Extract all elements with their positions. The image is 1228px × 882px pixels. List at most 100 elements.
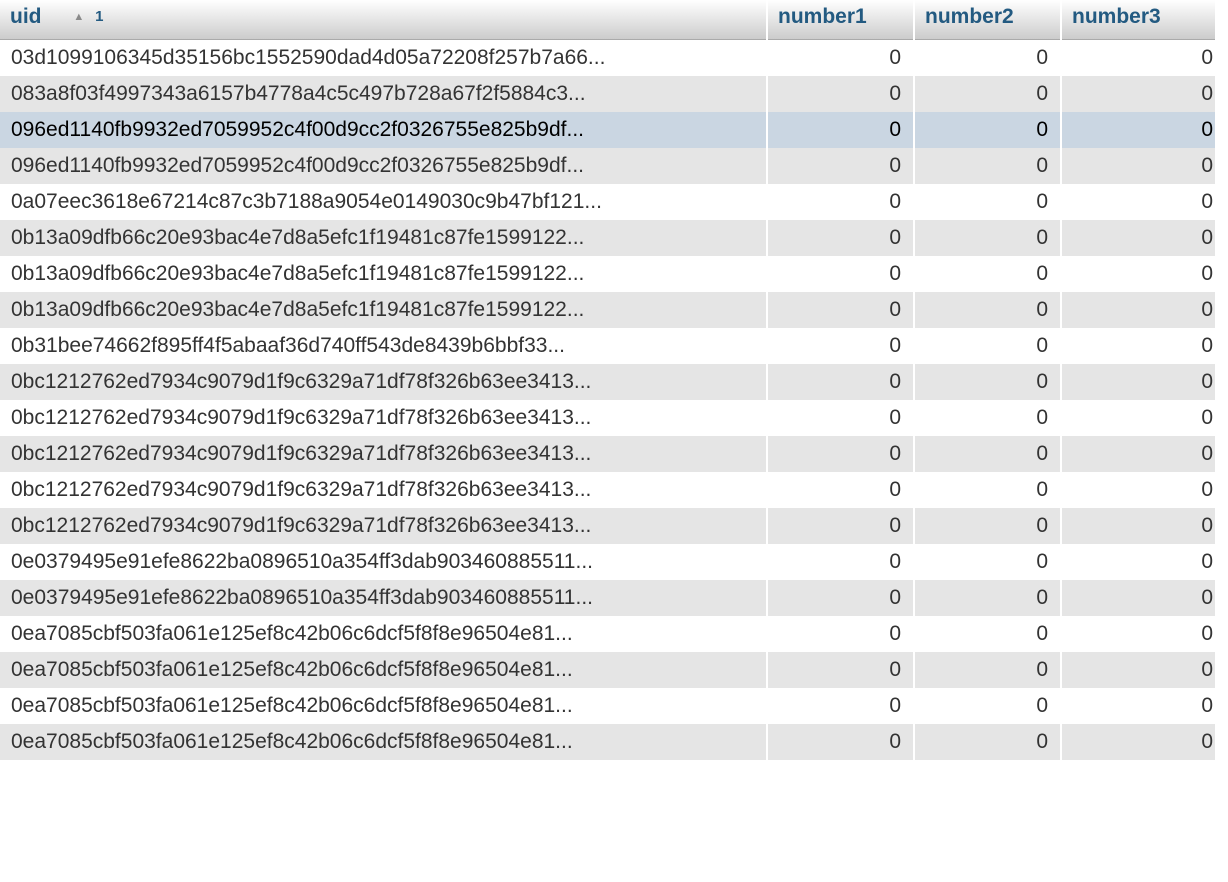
cell-number3[interactable]: 0 — [1062, 580, 1215, 616]
cell-number3[interactable]: 0 — [1062, 220, 1215, 256]
cell-number3[interactable]: 0 — [1062, 616, 1215, 652]
cell-number3[interactable]: 0 — [1062, 148, 1215, 184]
cell-number2[interactable]: 0 — [915, 724, 1062, 760]
cell-number2[interactable]: 0 — [915, 76, 1062, 112]
cell-number1[interactable]: 0 — [768, 292, 915, 328]
cell-number1[interactable]: 0 — [768, 256, 915, 292]
cell-number2[interactable]: 0 — [915, 580, 1062, 616]
cell-number3[interactable]: 0 — [1062, 436, 1215, 472]
cell-uid[interactable]: 0e0379495e91efe8622ba0896510a354ff3dab90… — [0, 580, 768, 616]
table-row[interactable]: 0bc1212762ed7934c9079d1f9c6329a71df78f32… — [0, 364, 1215, 400]
table-row[interactable]: 0a07eec3618e67214c87c3b7188a9054e0149030… — [0, 184, 1215, 220]
cell-number3[interactable]: 0 — [1062, 40, 1215, 76]
table-row[interactable]: 0b13a09dfb66c20e93bac4e7d8a5efc1f19481c8… — [0, 220, 1215, 256]
cell-number3[interactable]: 0 — [1062, 688, 1215, 724]
cell-number2[interactable]: 0 — [915, 220, 1062, 256]
table-row[interactable]: 096ed1140fb9932ed7059952c4f00d9cc2f03267… — [0, 112, 1215, 148]
cell-uid[interactable]: 0ea7085cbf503fa061e125ef8c42b06c6dcf5f8f… — [0, 616, 768, 652]
cell-uid[interactable]: 0e0379495e91efe8622ba0896510a354ff3dab90… — [0, 544, 768, 580]
cell-uid[interactable]: 0a07eec3618e67214c87c3b7188a9054e0149030… — [0, 184, 768, 220]
table-row[interactable]: 0b13a09dfb66c20e93bac4e7d8a5efc1f19481c8… — [0, 292, 1215, 328]
cell-number3[interactable]: 0 — [1062, 508, 1215, 544]
cell-number3[interactable]: 0 — [1062, 364, 1215, 400]
cell-number1[interactable]: 0 — [768, 184, 915, 220]
table-row[interactable]: 0bc1212762ed7934c9079d1f9c6329a71df78f32… — [0, 436, 1215, 472]
cell-uid[interactable]: 096ed1140fb9932ed7059952c4f00d9cc2f03267… — [0, 112, 768, 148]
cell-number2[interactable]: 0 — [915, 184, 1062, 220]
cell-uid[interactable]: 096ed1140fb9932ed7059952c4f00d9cc2f03267… — [0, 148, 768, 184]
table-row[interactable]: 096ed1140fb9932ed7059952c4f00d9cc2f03267… — [0, 148, 1215, 184]
table-row[interactable]: 0e0379495e91efe8622ba0896510a354ff3dab90… — [0, 544, 1215, 580]
cell-number3[interactable]: 0 — [1062, 544, 1215, 580]
cell-uid[interactable]: 0b13a09dfb66c20e93bac4e7d8a5efc1f19481c8… — [0, 220, 768, 256]
table-row[interactable]: 0bc1212762ed7934c9079d1f9c6329a71df78f32… — [0, 400, 1215, 436]
table-row[interactable]: 0bc1212762ed7934c9079d1f9c6329a71df78f32… — [0, 508, 1215, 544]
cell-uid[interactable]: 0ea7085cbf503fa061e125ef8c42b06c6dcf5f8f… — [0, 688, 768, 724]
column-header-number2[interactable]: number2 — [915, 0, 1062, 40]
column-header-number3[interactable]: number3 — [1062, 0, 1215, 40]
table-row[interactable]: 0ea7085cbf503fa061e125ef8c42b06c6dcf5f8f… — [0, 616, 1215, 652]
cell-number1[interactable]: 0 — [768, 328, 915, 364]
cell-number3[interactable]: 0 — [1062, 328, 1215, 364]
table-row[interactable]: 0bc1212762ed7934c9079d1f9c6329a71df78f32… — [0, 472, 1215, 508]
sort-ascending-icon[interactable]: ▲ — [73, 11, 84, 23]
cell-number3[interactable]: 0 — [1062, 292, 1215, 328]
cell-number1[interactable]: 0 — [768, 508, 915, 544]
cell-uid[interactable]: 083a8f03f4997343a6157b4778a4c5c497b728a6… — [0, 76, 768, 112]
cell-number2[interactable]: 0 — [915, 472, 1062, 508]
cell-number1[interactable]: 0 — [768, 112, 915, 148]
column-header-number1[interactable]: number1 — [768, 0, 915, 40]
cell-number1[interactable]: 0 — [768, 544, 915, 580]
cell-number2[interactable]: 0 — [915, 328, 1062, 364]
cell-number3[interactable]: 0 — [1062, 652, 1215, 688]
cell-number3[interactable]: 0 — [1062, 724, 1215, 760]
cell-number1[interactable]: 0 — [768, 400, 915, 436]
cell-uid[interactable]: 0bc1212762ed7934c9079d1f9c6329a71df78f32… — [0, 436, 768, 472]
cell-uid[interactable]: 0bc1212762ed7934c9079d1f9c6329a71df78f32… — [0, 508, 768, 544]
cell-number2[interactable]: 0 — [915, 364, 1062, 400]
cell-number1[interactable]: 0 — [768, 220, 915, 256]
cell-number1[interactable]: 0 — [768, 580, 915, 616]
cell-number2[interactable]: 0 — [915, 256, 1062, 292]
cell-uid[interactable]: 0b13a09dfb66c20e93bac4e7d8a5efc1f19481c8… — [0, 292, 768, 328]
cell-number3[interactable]: 0 — [1062, 256, 1215, 292]
cell-number2[interactable]: 0 — [915, 688, 1062, 724]
cell-uid[interactable]: 0b31bee74662f895ff4f5abaaf36d740ff543de8… — [0, 328, 768, 364]
cell-number3[interactable]: 0 — [1062, 400, 1215, 436]
cell-uid[interactable]: 0bc1212762ed7934c9079d1f9c6329a71df78f32… — [0, 364, 768, 400]
table-row[interactable]: 0e0379495e91efe8622ba0896510a354ff3dab90… — [0, 580, 1215, 616]
cell-number2[interactable]: 0 — [915, 292, 1062, 328]
table-row[interactable]: 03d1099106345d35156bc1552590dad4d05a7220… — [0, 40, 1215, 76]
cell-number1[interactable]: 0 — [768, 148, 915, 184]
cell-number2[interactable]: 0 — [915, 148, 1062, 184]
table-row[interactable]: 0b13a09dfb66c20e93bac4e7d8a5efc1f19481c8… — [0, 256, 1215, 292]
table-row[interactable]: 0ea7085cbf503fa061e125ef8c42b06c6dcf5f8f… — [0, 688, 1215, 724]
table-row[interactable]: 0ea7085cbf503fa061e125ef8c42b06c6dcf5f8f… — [0, 724, 1215, 760]
cell-uid[interactable]: 0ea7085cbf503fa061e125ef8c42b06c6dcf5f8f… — [0, 724, 768, 760]
cell-number2[interactable]: 0 — [915, 544, 1062, 580]
cell-number1[interactable]: 0 — [768, 76, 915, 112]
cell-uid[interactable]: 0ea7085cbf503fa061e125ef8c42b06c6dcf5f8f… — [0, 652, 768, 688]
cell-number2[interactable]: 0 — [915, 436, 1062, 472]
cell-number1[interactable]: 0 — [768, 724, 915, 760]
cell-number3[interactable]: 0 — [1062, 472, 1215, 508]
cell-number2[interactable]: 0 — [915, 112, 1062, 148]
cell-number1[interactable]: 0 — [768, 688, 915, 724]
cell-number1[interactable]: 0 — [768, 652, 915, 688]
table-row[interactable]: 083a8f03f4997343a6157b4778a4c5c497b728a6… — [0, 76, 1215, 112]
cell-number1[interactable]: 0 — [768, 364, 915, 400]
table-row[interactable]: 0ea7085cbf503fa061e125ef8c42b06c6dcf5f8f… — [0, 652, 1215, 688]
cell-uid[interactable]: 0bc1212762ed7934c9079d1f9c6329a71df78f32… — [0, 472, 768, 508]
cell-number2[interactable]: 0 — [915, 400, 1062, 436]
table-row[interactable]: 0b31bee74662f895ff4f5abaaf36d740ff543de8… — [0, 328, 1215, 364]
cell-number1[interactable]: 0 — [768, 436, 915, 472]
cell-number2[interactable]: 0 — [915, 616, 1062, 652]
cell-number2[interactable]: 0 — [915, 508, 1062, 544]
cell-number1[interactable]: 0 — [768, 472, 915, 508]
cell-number3[interactable]: 0 — [1062, 112, 1215, 148]
cell-number2[interactable]: 0 — [915, 652, 1062, 688]
cell-number3[interactable]: 0 — [1062, 76, 1215, 112]
cell-number1[interactable]: 0 — [768, 616, 915, 652]
cell-number2[interactable]: 0 — [915, 40, 1062, 76]
cell-number1[interactable]: 0 — [768, 40, 915, 76]
